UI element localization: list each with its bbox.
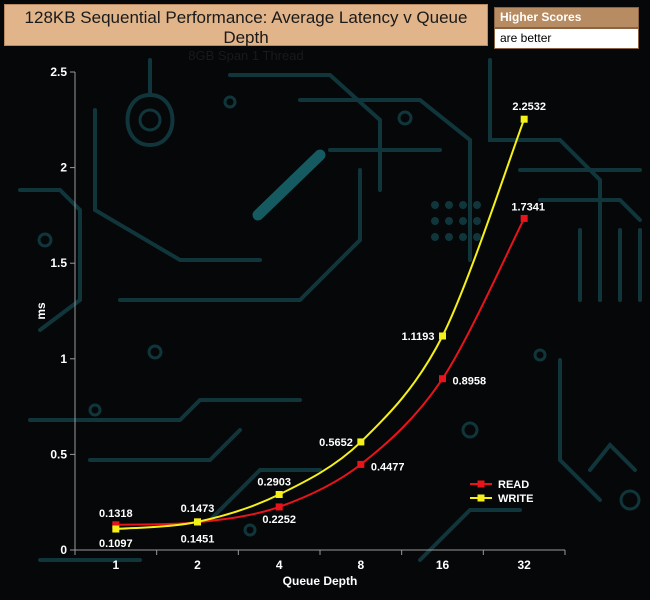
legend-marker-read bbox=[477, 480, 485, 488]
data-label-read: 0.1318 bbox=[99, 508, 133, 520]
data-point-write bbox=[520, 115, 528, 123]
circuit-via bbox=[445, 233, 453, 241]
circuit-trace bbox=[488, 58, 602, 302]
chart-subtitle: 8GB Span 1 Thread bbox=[188, 48, 304, 63]
data-label-write: 0.1097 bbox=[99, 538, 133, 550]
y-tick-label: 2.5 bbox=[50, 65, 67, 79]
data-point-write bbox=[112, 525, 120, 533]
circuit-trace bbox=[558, 358, 602, 502]
circuit-trace bbox=[252, 149, 326, 221]
circuit-pad bbox=[223, 95, 237, 109]
data-label-write: 0.5652 bbox=[319, 437, 353, 449]
circuit-pad bbox=[533, 348, 547, 362]
circuit-trace bbox=[418, 508, 522, 562]
chart-title-box: 128KB Sequential Performance: Average La… bbox=[4, 4, 488, 63]
data-point-read bbox=[439, 375, 446, 383]
circuit-pad bbox=[88, 403, 102, 417]
series-line-write bbox=[115, 118, 526, 531]
x-tick-label: 1 bbox=[112, 558, 119, 572]
y-tick-label: 1 bbox=[60, 352, 67, 366]
circuit-via bbox=[445, 217, 453, 225]
circuit-pad bbox=[619, 489, 641, 511]
data-label-read: 0.8958 bbox=[453, 376, 487, 388]
x-tick-label: 8 bbox=[357, 558, 364, 572]
legend-label-write: WRITE bbox=[498, 493, 533, 505]
series-line-read bbox=[115, 217, 526, 526]
y-tick-label: 0.5 bbox=[50, 447, 67, 461]
data-label-write: 1.1193 bbox=[401, 331, 434, 343]
data-label-write: 0.1473 bbox=[181, 503, 215, 515]
circuit-trace bbox=[298, 98, 472, 262]
circuit-pad bbox=[243, 523, 257, 537]
circuit-trace bbox=[578, 228, 642, 302]
data-point-write bbox=[439, 332, 446, 340]
circuit-via bbox=[431, 201, 439, 209]
circuit-via bbox=[473, 217, 481, 225]
data-point-read bbox=[275, 503, 283, 511]
score-note-header: Higher Scores bbox=[494, 7, 639, 28]
data-label-write: 0.2903 bbox=[257, 476, 291, 488]
score-note-body: are better bbox=[494, 28, 639, 49]
circuit-via bbox=[459, 217, 467, 225]
circuit-trace bbox=[93, 108, 262, 262]
y-axis-title: ms bbox=[34, 302, 48, 320]
circuit-via bbox=[431, 217, 439, 225]
data-label-read: 0.1451 bbox=[181, 533, 215, 545]
circuit-pad bbox=[397, 110, 413, 126]
circuit-via bbox=[431, 233, 439, 241]
y-tick-label: 1.5 bbox=[50, 256, 67, 270]
circuit-via bbox=[459, 233, 467, 241]
circuit-via bbox=[473, 201, 481, 209]
data-point-write bbox=[275, 490, 283, 498]
x-tick-label: 16 bbox=[436, 558, 450, 572]
circuit-trace bbox=[28, 398, 302, 422]
y-tick-label: 0 bbox=[60, 543, 67, 557]
legend-label-read: READ bbox=[498, 479, 529, 491]
data-label-write: 2.2532 bbox=[512, 101, 546, 113]
circuit-pad bbox=[138, 108, 162, 132]
circuit-via bbox=[473, 233, 481, 241]
circuit-via bbox=[459, 201, 467, 209]
data-label-read: 0.2252 bbox=[262, 514, 296, 526]
circuit-pad bbox=[147, 344, 163, 360]
circuit-trace bbox=[88, 428, 242, 462]
circuit-pad bbox=[37, 232, 53, 248]
circuit-via bbox=[445, 201, 453, 209]
chart-svg: 0 0.5 1 1.5 2 2.5 1 2 4 8 16 32 Queue Depth ms 0.1318… bbox=[18, 58, 642, 588]
x-tick-label: 4 bbox=[276, 558, 283, 572]
circuit-trace bbox=[125, 58, 175, 148]
chart-legend: READ WRITE bbox=[470, 479, 533, 505]
data-label-read: 0.4477 bbox=[371, 461, 405, 473]
data-point-read bbox=[520, 214, 528, 222]
x-axis-title: Queue Depth bbox=[283, 574, 358, 588]
circuit-trace bbox=[538, 198, 642, 222]
data-label-read: 1.7341 bbox=[511, 201, 545, 213]
chart-root: 0 0.5 1 1.5 2 2.5 1 2 4 8 16 32 Queue Depth ms 0.1318… bbox=[0, 0, 650, 600]
x-tick-label: 2 bbox=[194, 558, 201, 572]
x-tick-label: 32 bbox=[517, 558, 531, 572]
circuit-trace bbox=[118, 168, 362, 302]
circuit-trace bbox=[588, 442, 637, 472]
y-tick-label: 2 bbox=[60, 161, 67, 175]
data-point-write bbox=[357, 438, 365, 446]
circuit-pad bbox=[461, 421, 479, 439]
chart-title: 128KB Sequential Performance: Average La… bbox=[24, 8, 468, 47]
legend-marker-write bbox=[477, 494, 485, 502]
data-point-write bbox=[194, 518, 201, 526]
data-point-read bbox=[357, 460, 365, 468]
